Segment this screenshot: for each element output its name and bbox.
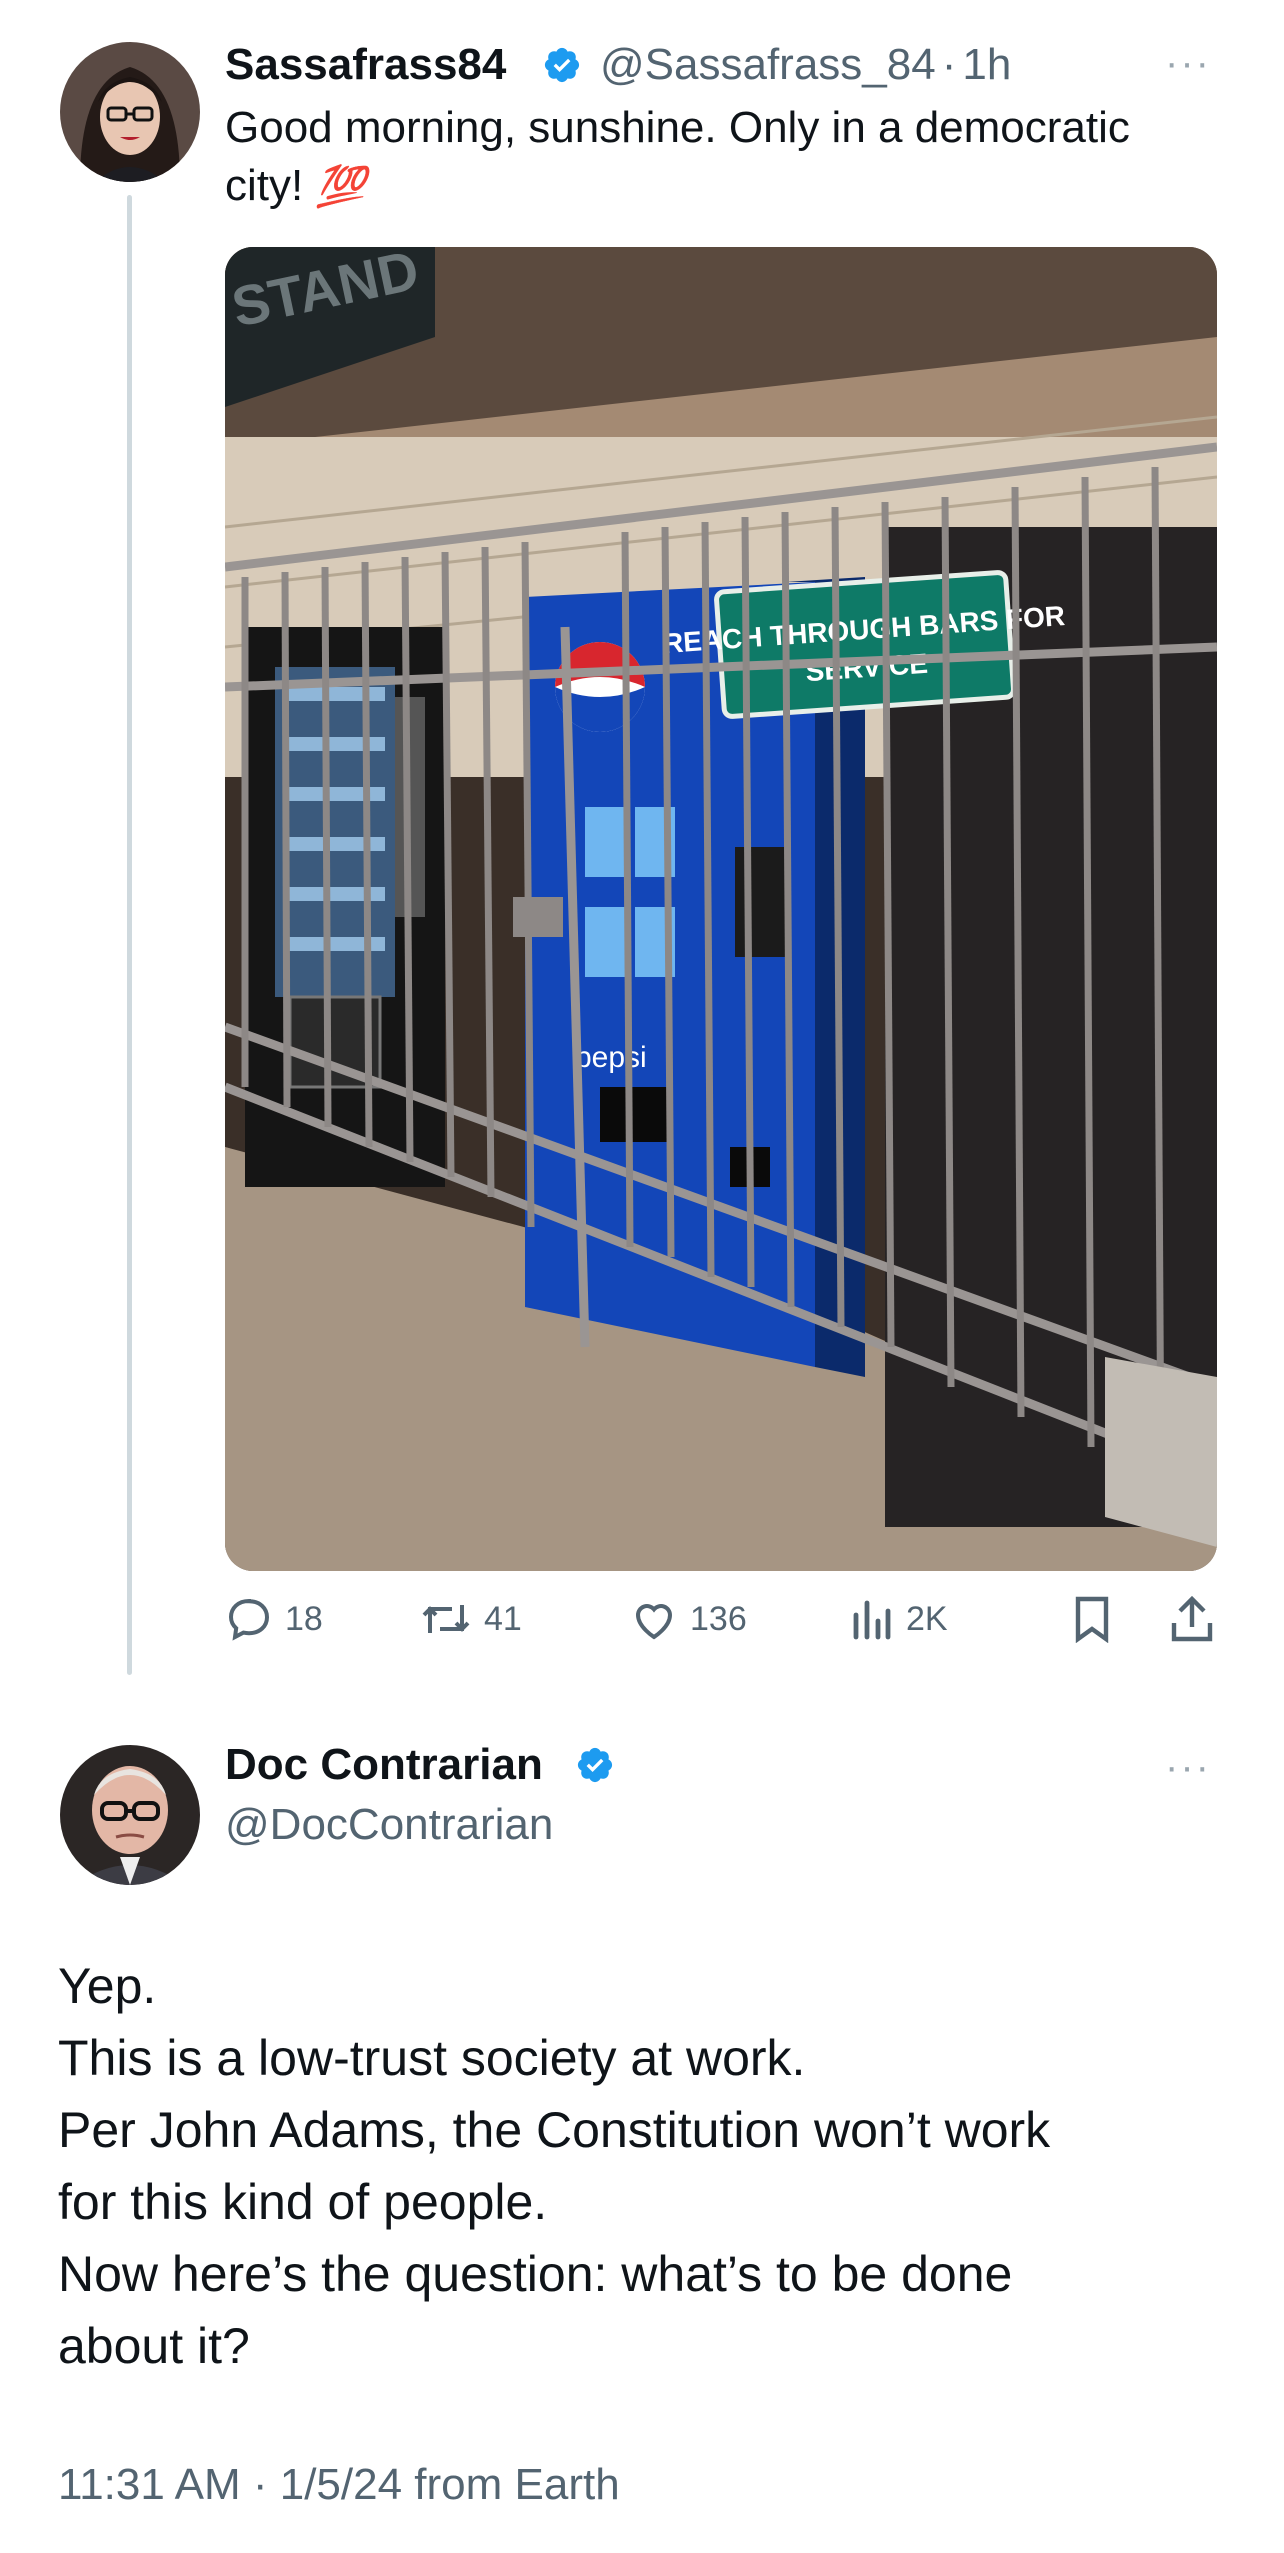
reply-author-handle[interactable]: @DocContrarian <box>225 1795 553 1855</box>
views-button[interactable]: 2K <box>850 1595 948 1643</box>
hundred-points-emoji-icon: 💯 <box>315 165 366 209</box>
more-options-button[interactable]: ··· <box>1165 43 1211 83</box>
repost-count: 41 <box>484 1599 522 1638</box>
reply-text: Yep. This is a low-trust society at work… <box>58 1950 1238 2382</box>
tweet-text-line2: city! <box>225 161 304 210</box>
vending-machine-photo: STAND pepsi REACH THROUGH BARS FOR SERVI… <box>225 247 1217 1571</box>
heart-icon <box>635 1604 673 1640</box>
like-count: 136 <box>690 1599 747 1638</box>
reply-line: for this kind of people. <box>58 2174 548 2230</box>
view-count: 2K <box>906 1599 948 1638</box>
separator: · <box>941 40 957 89</box>
like-button[interactable]: 136 <box>630 1595 747 1643</box>
repost-button[interactable]: 41 <box>420 1595 522 1643</box>
reply-author-name[interactable]: Doc Contrarian <box>225 1735 543 1795</box>
avatar-sassafrass-icon <box>60 42 200 182</box>
share-button[interactable] <box>1170 1595 1226 1643</box>
author-name[interactable]: Sassafrass84 <box>225 35 506 95</box>
reply-line: Now here’s the question: what’s to be do… <box>58 2246 1013 2302</box>
avatar[interactable] <box>60 42 200 182</box>
reply-button[interactable]: 18 <box>225 1595 323 1643</box>
tweet-photo[interactable]: STAND pepsi REACH THROUGH BARS FOR SERVI… <box>225 247 1217 1571</box>
verified-badge-icon <box>575 1745 615 1790</box>
bookmark-icon <box>1075 1596 1109 1643</box>
author-handle[interactable]: @Sassafrass_84 <box>600 35 936 95</box>
repost-icon <box>422 1605 470 1633</box>
share-icon <box>1171 1595 1213 1642</box>
views-chart-icon <box>853 1600 891 1640</box>
tweet-text-line1: Good morning, sunshine. Only in a democr… <box>225 103 1130 152</box>
reply-icon <box>228 1598 270 1641</box>
bookmark-button[interactable] <box>1070 1595 1126 1643</box>
reply-line: This is a low-trust society at work. <box>58 2030 806 2086</box>
post-timestamp[interactable]: 11:31 AM · 1/5/24 from Earth <box>58 2455 620 2515</box>
verified-badge-icon <box>542 45 582 90</box>
avatar-doc-contrarian-icon <box>60 1745 200 1885</box>
reply-line: Per John Adams, the Constitution won’t w… <box>58 2102 1051 2158</box>
reply-line: Yep. <box>58 1958 157 2014</box>
thread-line <box>127 195 132 1675</box>
more-options-button[interactable]: ··· <box>1165 1747 1211 1787</box>
reply-line: about it? <box>58 2318 250 2374</box>
avatar[interactable] <box>60 1745 200 1885</box>
brand-text: pepsi <box>575 1041 647 1074</box>
reply-count: 18 <box>285 1599 323 1638</box>
tweet-actions-bar: 18 41 136 2K <box>225 1595 1225 1655</box>
post-time[interactable]: 1h <box>962 35 1011 95</box>
